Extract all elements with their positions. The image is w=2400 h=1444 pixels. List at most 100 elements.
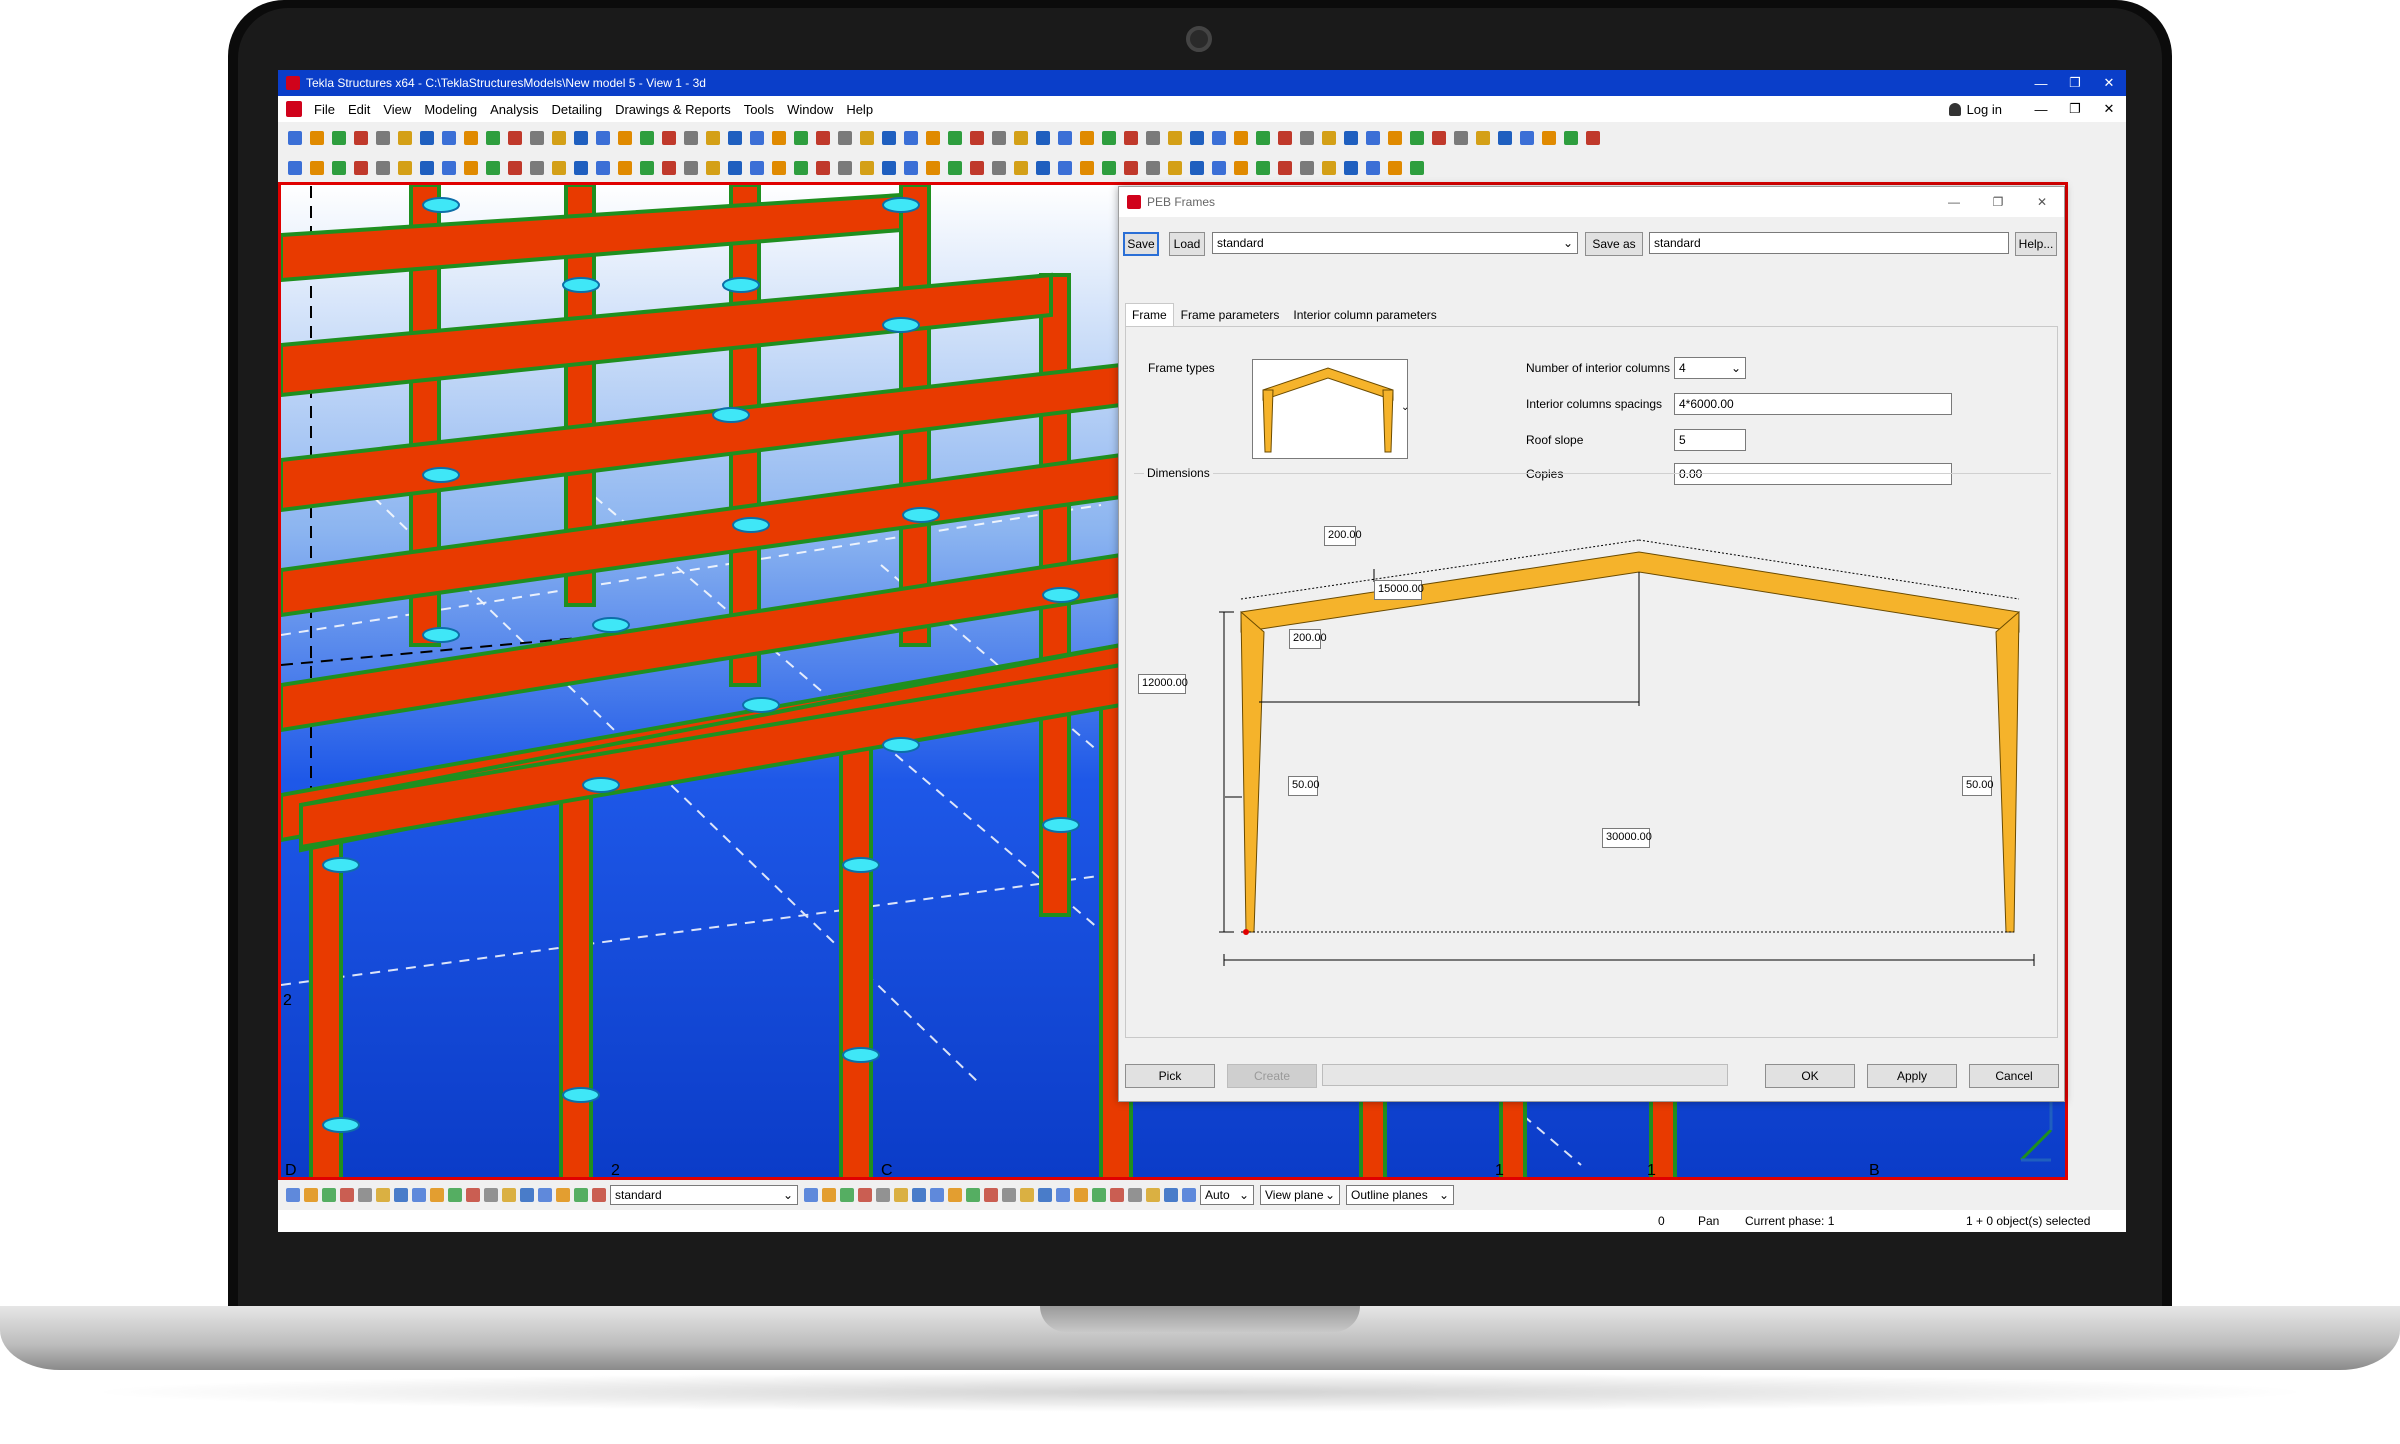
toolbar-tool-icon[interactable]: [484, 1188, 498, 1202]
toolbar-tool-icon[interactable]: [1344, 161, 1358, 175]
toolbar-tool-icon[interactable]: [530, 161, 544, 175]
menu-help[interactable]: Help: [846, 102, 873, 117]
toolbar-tool-icon[interactable]: [520, 1188, 534, 1202]
toolbar-tool-icon[interactable]: [1256, 161, 1270, 175]
toolbar-tool-icon[interactable]: [882, 161, 896, 175]
toolbar-tool-icon[interactable]: [448, 1188, 462, 1202]
doc-minimize-button[interactable]: —: [2024, 102, 2058, 117]
toolbar-tool-icon[interactable]: [340, 1188, 354, 1202]
toolbar-tool-icon[interactable]: [1300, 161, 1314, 175]
toolbar-tool-icon[interactable]: [840, 1188, 854, 1202]
toolbar-tool-icon[interactable]: [822, 1188, 836, 1202]
toolbar-tool-icon[interactable]: [1366, 131, 1380, 145]
toolbar-tool-icon[interactable]: [1002, 1188, 1016, 1202]
toolbar-tool-icon[interactable]: [286, 1188, 300, 1202]
toolbar-tool-icon[interactable]: [948, 161, 962, 175]
snap-mode-select[interactable]: Auto ⌄: [1200, 1185, 1254, 1205]
toolbar-tool-icon[interactable]: [684, 161, 698, 175]
toolbar-tool-icon[interactable]: [838, 161, 852, 175]
toolbar-tool-icon[interactable]: [376, 131, 390, 145]
toolbar-tool-icon[interactable]: [1164, 1188, 1178, 1202]
toolbar-tool-icon[interactable]: [860, 161, 874, 175]
toolbar-tool-icon[interactable]: [442, 131, 456, 145]
toolbar-tool-icon[interactable]: [1520, 131, 1534, 145]
outline-mode-select[interactable]: Outline planes ⌄: [1346, 1185, 1454, 1205]
toolbar-tool-icon[interactable]: [1366, 161, 1380, 175]
toolbar-tool-icon[interactable]: [1056, 1188, 1070, 1202]
toolbar-tool-icon[interactable]: [1190, 161, 1204, 175]
toolbar-tool-icon[interactable]: [706, 161, 720, 175]
half-span-field[interactable]: 15000.00: [1374, 580, 1424, 600]
toolbar-tool-icon[interactable]: [1234, 161, 1248, 175]
toolbar-tool-icon[interactable]: [508, 161, 522, 175]
toolbar-tool-icon[interactable]: [1190, 131, 1204, 145]
toolbar-tool-icon[interactable]: [1110, 1188, 1124, 1202]
toolbar-tool-icon[interactable]: [772, 161, 786, 175]
toolbar-tool-icon[interactable]: [860, 131, 874, 145]
toolbar-tool-icon[interactable]: [310, 131, 324, 145]
toolbar-tool-icon[interactable]: [662, 131, 676, 145]
toolbar-tool-icon[interactable]: [1080, 131, 1094, 145]
toolbar-tool-icon[interactable]: [304, 1188, 318, 1202]
height-field[interactable]: 12000.00: [1138, 674, 1188, 694]
toolbar-tool-icon[interactable]: [398, 131, 412, 145]
toolbar-tool-icon[interactable]: [1410, 161, 1424, 175]
toolbar-tool-icon[interactable]: [794, 131, 808, 145]
toolbar-tool-icon[interactable]: [420, 131, 434, 145]
toolbar-tool-icon[interactable]: [354, 161, 368, 175]
top-depth-field[interactable]: 200.00: [1324, 526, 1362, 546]
toolbar-tool-icon[interactable]: [556, 1188, 570, 1202]
toolbar-tool-icon[interactable]: [930, 1188, 944, 1202]
toolbar-tool-icon[interactable]: [1212, 161, 1226, 175]
toolbar-tool-icon[interactable]: [876, 1188, 890, 1202]
toolbar-tool-icon[interactable]: [486, 131, 500, 145]
toolbar-tool-icon[interactable]: [288, 131, 302, 145]
toolbar-tool-icon[interactable]: [376, 161, 390, 175]
toolbar-tool-icon[interactable]: [1542, 131, 1556, 145]
menu-drawings-reports[interactable]: Drawings & Reports: [615, 102, 731, 117]
toolbar-tool-icon[interactable]: [904, 161, 918, 175]
toolbar-tool-icon[interactable]: [420, 161, 434, 175]
toolbar-tool-icon[interactable]: [442, 161, 456, 175]
menu-file[interactable]: File: [314, 102, 335, 117]
toolbar-tool-icon[interactable]: [1586, 131, 1600, 145]
toolbar-tool-icon[interactable]: [684, 131, 698, 145]
cancel-button[interactable]: Cancel: [1969, 1064, 2059, 1088]
toolbar-tool-icon[interactable]: [772, 131, 786, 145]
toolbar-tool-icon[interactable]: [1168, 161, 1182, 175]
tab-frame[interactable]: Frame: [1125, 303, 1174, 327]
toolbar-tool-icon[interactable]: [596, 131, 610, 145]
save-button[interactable]: Save: [1123, 232, 1159, 256]
save-as-button[interactable]: Save as: [1585, 232, 1643, 256]
toolbar-tool-icon[interactable]: [1300, 131, 1314, 145]
toolbar-tool-icon[interactable]: [310, 161, 324, 175]
toolbar-tool-icon[interactable]: [804, 1188, 818, 1202]
toolbar-tool-icon[interactable]: [948, 1188, 962, 1202]
doc-close-button[interactable]: ✕: [2092, 101, 2126, 117]
toolbar-tool-icon[interactable]: [706, 131, 720, 145]
toolbar-tool-icon[interactable]: [538, 1188, 552, 1202]
toolbar-tool-icon[interactable]: [332, 161, 346, 175]
toolbar-tool-icon[interactable]: [728, 131, 742, 145]
toolbar-tool-icon[interactable]: [1128, 1188, 1142, 1202]
dialog-minimize-button[interactable]: —: [1932, 195, 1976, 209]
menu-detailing[interactable]: Detailing: [552, 102, 603, 117]
toolbar-tool-icon[interactable]: [1432, 131, 1446, 145]
toolbar-tool-icon[interactable]: [1080, 161, 1094, 175]
toolbar-tool-icon[interactable]: [1498, 131, 1512, 145]
toolbar-tool-icon[interactable]: [858, 1188, 872, 1202]
toolbar-tool-icon[interactable]: [1058, 131, 1072, 145]
num-interior-columns-select[interactable]: 4 ⌄: [1674, 357, 1746, 379]
toolbar-tool-icon[interactable]: [398, 161, 412, 175]
ok-button[interactable]: OK: [1765, 1064, 1855, 1088]
toolbar-tool-icon[interactable]: [894, 1188, 908, 1202]
toolbar-tool-icon[interactable]: [1058, 161, 1072, 175]
toolbar-tool-icon[interactable]: [1036, 131, 1050, 145]
menu-modeling[interactable]: Modeling: [424, 102, 477, 117]
menu-edit[interactable]: Edit: [348, 102, 370, 117]
help-button[interactable]: Help...: [2015, 232, 2057, 256]
column-depth-field[interactable]: 200.00: [1289, 629, 1327, 649]
toolbar-tool-icon[interactable]: [508, 131, 522, 145]
toolbar-tool-icon[interactable]: [1388, 131, 1402, 145]
interior-spacings-field[interactable]: 4*6000.00: [1674, 393, 1952, 415]
